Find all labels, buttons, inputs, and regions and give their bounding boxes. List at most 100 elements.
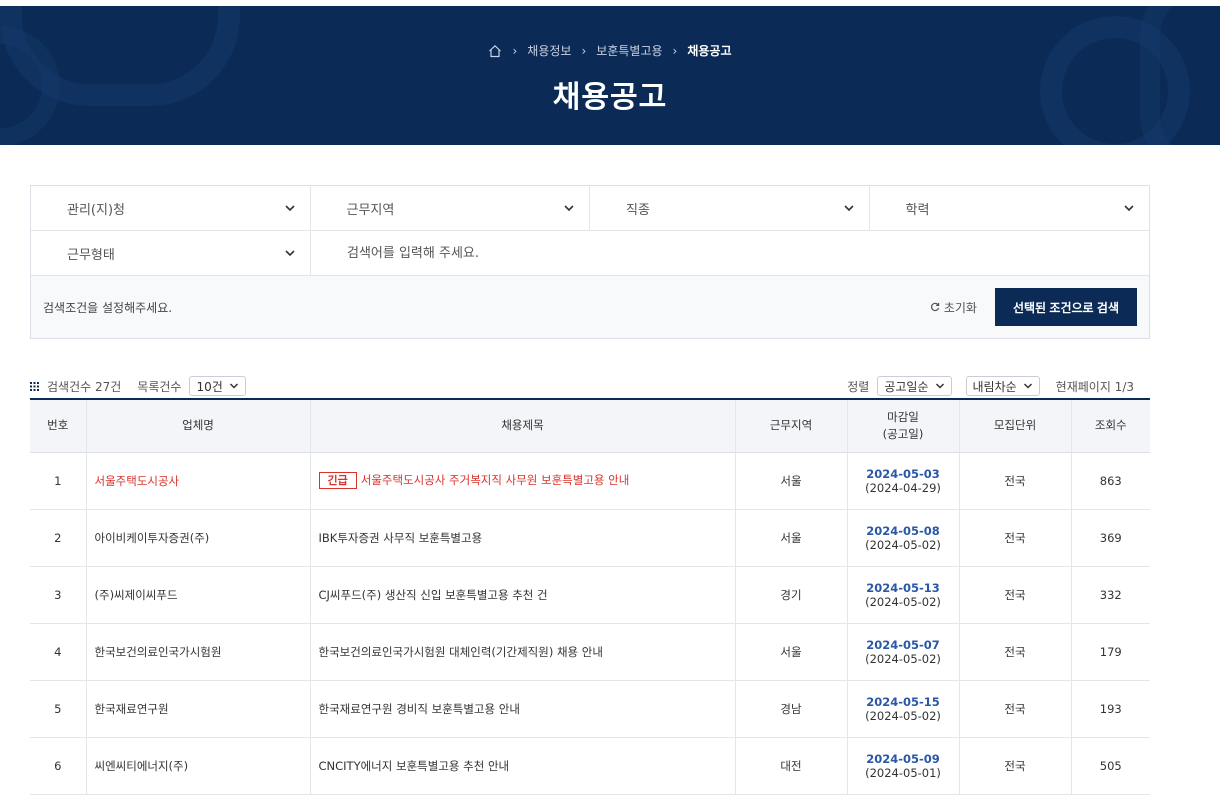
agency-select-label: 관리(지)청 [67,202,125,218]
search-field-wrapper [311,231,1149,275]
cell-title-text[interactable]: 서울주택도시공사 주거복지직 사무원 보훈특별고용 안내 [361,473,630,487]
cell-views: 179 [1099,644,1122,659]
chevron-right-icon: › [672,43,678,58]
header-region: 근무지역 [735,399,848,453]
posted-date: (2024-05-02) [865,537,941,552]
cell-title[interactable]: CNCITY에너지 보훈특별고용 추천 안내 [310,737,736,794]
region-select[interactable]: 근무지역 [311,186,590,230]
sort-select[interactable]: 공고일순 [877,376,952,396]
search-input[interactable] [347,245,1149,261]
posted-date: (2024-05-02) [865,594,941,609]
result-count: 검색건수 27건 [47,379,122,394]
region-select-label: 근무지역 [346,202,395,218]
chevron-down-icon [284,205,295,212]
table-row[interactable]: 2 아이비케이투자증권(주) IBK투자증권 사무직 보훈특별고용 서울 202… [30,509,1150,566]
order-select[interactable]: 내림차순 [965,376,1040,396]
cell-unit: 전국 [959,452,1072,509]
cell-region: 서울 [735,452,848,509]
cell-due: 2024-05-15 (2024-05-02) [847,680,960,737]
table-row[interactable]: 4 한국보건의료인국가시험원 한국보건의료인국가시험원 대체인력(기간제직원) … [30,623,1150,680]
cell-region: 경기 [735,566,848,623]
cell-no: 5 [30,680,87,737]
cell-title[interactable]: CJ씨푸드(주) 생산직 신입 보훈특별고용 추천 건 [310,566,736,623]
cell-no: 1 [30,452,87,509]
cell-company[interactable]: 한국재료연구원 [86,680,311,737]
home-icon[interactable] [488,44,502,58]
cell-views: 863 [1099,473,1122,488]
header-no: 번호 [30,399,87,453]
cell-title[interactable]: 한국재료연구원 경비직 보훈특별고용 안내 [310,680,736,737]
cell-no: 6 [30,737,87,794]
table-row[interactable]: 1 서울주택도시공사 긴급 서울주택도시공사 주거복지직 사무원 보훈특별고용 안… [30,452,1150,509]
list-toolbar: 검색건수 27건 목록건수 10건 정렬 공고일순 내림차순 현재페이지 1/3 [30,376,1134,396]
posted-date: (2024-05-01) [865,765,941,780]
chevron-down-icon [1124,205,1134,212]
education-select[interactable]: 학력 [870,186,1150,230]
header-title: 채용제목 [310,399,736,453]
filter-row: 근무형태 [31,231,1149,276]
job-select[interactable]: 직종 [590,186,870,230]
cell-views: 332 [1099,587,1122,602]
job-table: 번호 업체명 채용제목 근무지역 마감일 (공고일) 모집단위 조회수 1 서울주… [30,398,1150,795]
agency-select[interactable]: 관리(지)청 [31,186,311,230]
reset-button[interactable]: 초기화 [930,299,977,316]
cell-region: 서울 [735,623,848,680]
cell-views: 193 [1099,701,1122,716]
breadcrumb: › 채용정보 › 보훈특별고용 › 채용공고 [0,42,1220,59]
cell-company[interactable]: 서울주택도시공사 [86,452,311,509]
order-value: 내림차순 [972,379,1017,394]
chevron-down-icon [229,383,238,389]
list-toolbar-right: 정렬 공고일순 내림차순 현재페이지 1/3 [847,376,1134,396]
cell-region: 대전 [735,737,848,794]
posted-date: (2024-05-02) [865,651,941,666]
header-due-line2: (공고일) [882,426,924,441]
cell-views: 369 [1099,530,1122,545]
chevron-down-icon [564,205,574,212]
filter-status-message: 검색조건을 설정해주세요. [43,300,173,315]
per-page-select[interactable]: 10건 [189,376,246,396]
cell-title[interactable]: IBK투자증권 사무직 보훈특별고용 [310,509,736,566]
cell-due: 2024-05-07 (2024-05-02) [847,623,960,680]
work-type-select[interactable]: 근무형태 [31,231,311,275]
cell-no: 4 [30,623,87,680]
breadcrumb-item[interactable]: 채용정보 [527,42,571,59]
chevron-down-icon [843,205,854,212]
cell-company[interactable]: 씨엔씨티에너지(주) [86,737,311,794]
cell-region: 경남 [735,680,848,737]
education-select-label: 학력 [905,202,930,218]
header-views: 조회수 [1071,399,1150,453]
filter-actions: 초기화 선택된 조건으로 검색 [930,288,1137,326]
due-date: 2024-05-08 [866,523,940,538]
grid-icon [30,381,39,391]
cell-company[interactable]: 아이비케이투자증권(주) [86,509,311,566]
cell-due: 2024-05-13 (2024-05-02) [847,566,960,623]
urgent-badge: 긴급 [318,472,357,489]
breadcrumb-current: 채용공고 [687,44,732,58]
chevron-right-icon: › [512,43,518,58]
table-row[interactable]: 3 (주)씨제이씨푸드 CJ씨푸드(주) 생산직 신입 보훈특별고용 추천 건 … [30,566,1150,623]
search-button[interactable]: 선택된 조건으로 검색 [994,288,1137,326]
posted-date: (2024-04-29) [865,480,941,495]
chevron-down-icon [285,250,295,257]
page-title: 채용공고 [552,80,668,115]
cell-title[interactable]: 한국보건의료인국가시험원 대체인력(기간제직원) 채용 안내 [310,623,736,680]
page-info: 현재페이지 1/3 [1055,379,1134,394]
header-due-line1: 마감일 [887,409,919,424]
cell-company[interactable]: 한국보건의료인국가시험원 [86,623,311,680]
table-row[interactable]: 5 한국재료연구원 한국재료연구원 경비직 보훈특별고용 안내 경남 2024-… [30,680,1150,737]
chevron-down-icon [1023,383,1032,389]
breadcrumb-item[interactable]: 보훈특별고용 [596,42,662,59]
reset-label: 초기화 [943,300,977,315]
cell-title[interactable]: 긴급 서울주택도시공사 주거복지직 사무원 보훈특별고용 안내 [310,452,736,509]
sort-value: 공고일순 [884,379,929,394]
cell-unit: 전국 [959,509,1072,566]
cell-company[interactable]: (주)씨제이씨푸드 [86,566,311,623]
due-date: 2024-05-15 [866,694,940,709]
cell-due: 2024-05-03 (2024-04-29) [847,452,960,509]
cell-unit: 전국 [959,566,1072,623]
table-row[interactable]: 6 씨엔씨티에너지(주) CNCITY에너지 보훈특별고용 추천 안내 대전 2… [30,737,1150,794]
cell-no: 2 [30,509,87,566]
job-select-label: 직종 [626,202,650,218]
sort-label: 정렬 [847,379,870,394]
cell-unit: 전국 [959,680,1072,737]
